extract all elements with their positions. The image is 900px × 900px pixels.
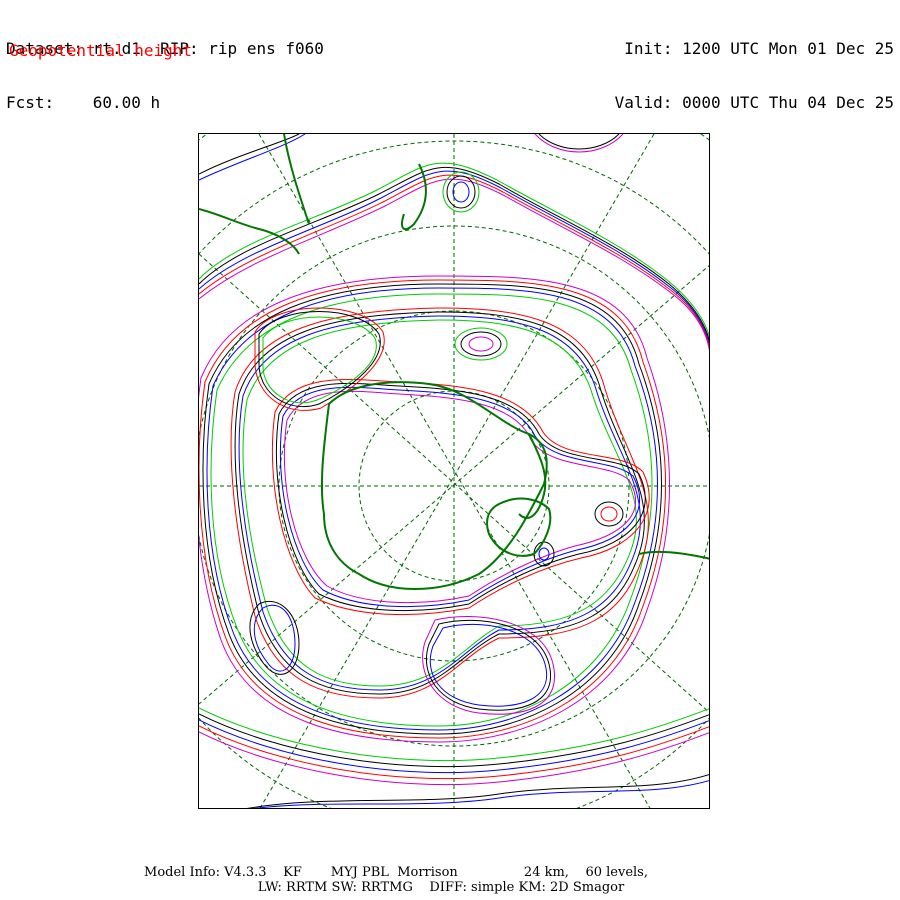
closed-low-contour	[538, 547, 550, 561]
australia-coastline	[486, 497, 552, 557]
height-contour	[247, 774, 709, 808]
header-right: Init: 1200 UTC Mon 01 Dec 25 Valid: 0000…	[615, 4, 894, 130]
header-left: Dataset: rt.d1 RIP: rip ens f060 Fcst: 6…	[6, 4, 324, 130]
height-contour	[422, 615, 555, 715]
valid-label: Valid: 0000 UTC Thu 04 Dec 25	[614, 93, 894, 112]
map-canvas	[199, 134, 709, 808]
height-contour	[234, 311, 645, 695]
closed-low-contour	[454, 327, 508, 361]
map-frame	[198, 133, 710, 809]
height-contour	[242, 319, 637, 687]
height-contour	[275, 382, 646, 612]
init-label: Init: 1200 UTC Mon 01 Dec 25	[624, 39, 894, 58]
south-america-coastline	[199, 208, 300, 255]
height-contour	[254, 780, 709, 808]
height-contour	[206, 287, 658, 731]
closed-low-contour	[468, 336, 494, 352]
height-contour	[202, 283, 662, 735]
height-contour	[199, 134, 300, 175]
field-name: Geopotential height	[9, 41, 193, 60]
forecast-label: Fcst: 60.00 h	[6, 93, 161, 112]
closed-low-contour	[442, 171, 480, 213]
island-coastline	[283, 134, 310, 225]
new-zealand-coastline	[401, 163, 427, 231]
height-contour	[283, 390, 636, 604]
closed-low-contour	[600, 506, 618, 522]
height-contour	[271, 379, 650, 616]
closed-low-contour	[460, 331, 502, 357]
physics-info: LW: RRTM SW: RRTMG DIFF: simple KM: 2D S…	[257, 880, 625, 895]
closed-low-contour	[446, 175, 476, 209]
height-contour	[538, 134, 620, 150]
height-contour	[279, 386, 640, 608]
model-info: Model Info: V4.3.3 KF MYJ PBL Morrison 2…	[144, 865, 648, 880]
closed-low-contour	[452, 181, 470, 203]
closed-low-contour	[594, 501, 624, 527]
